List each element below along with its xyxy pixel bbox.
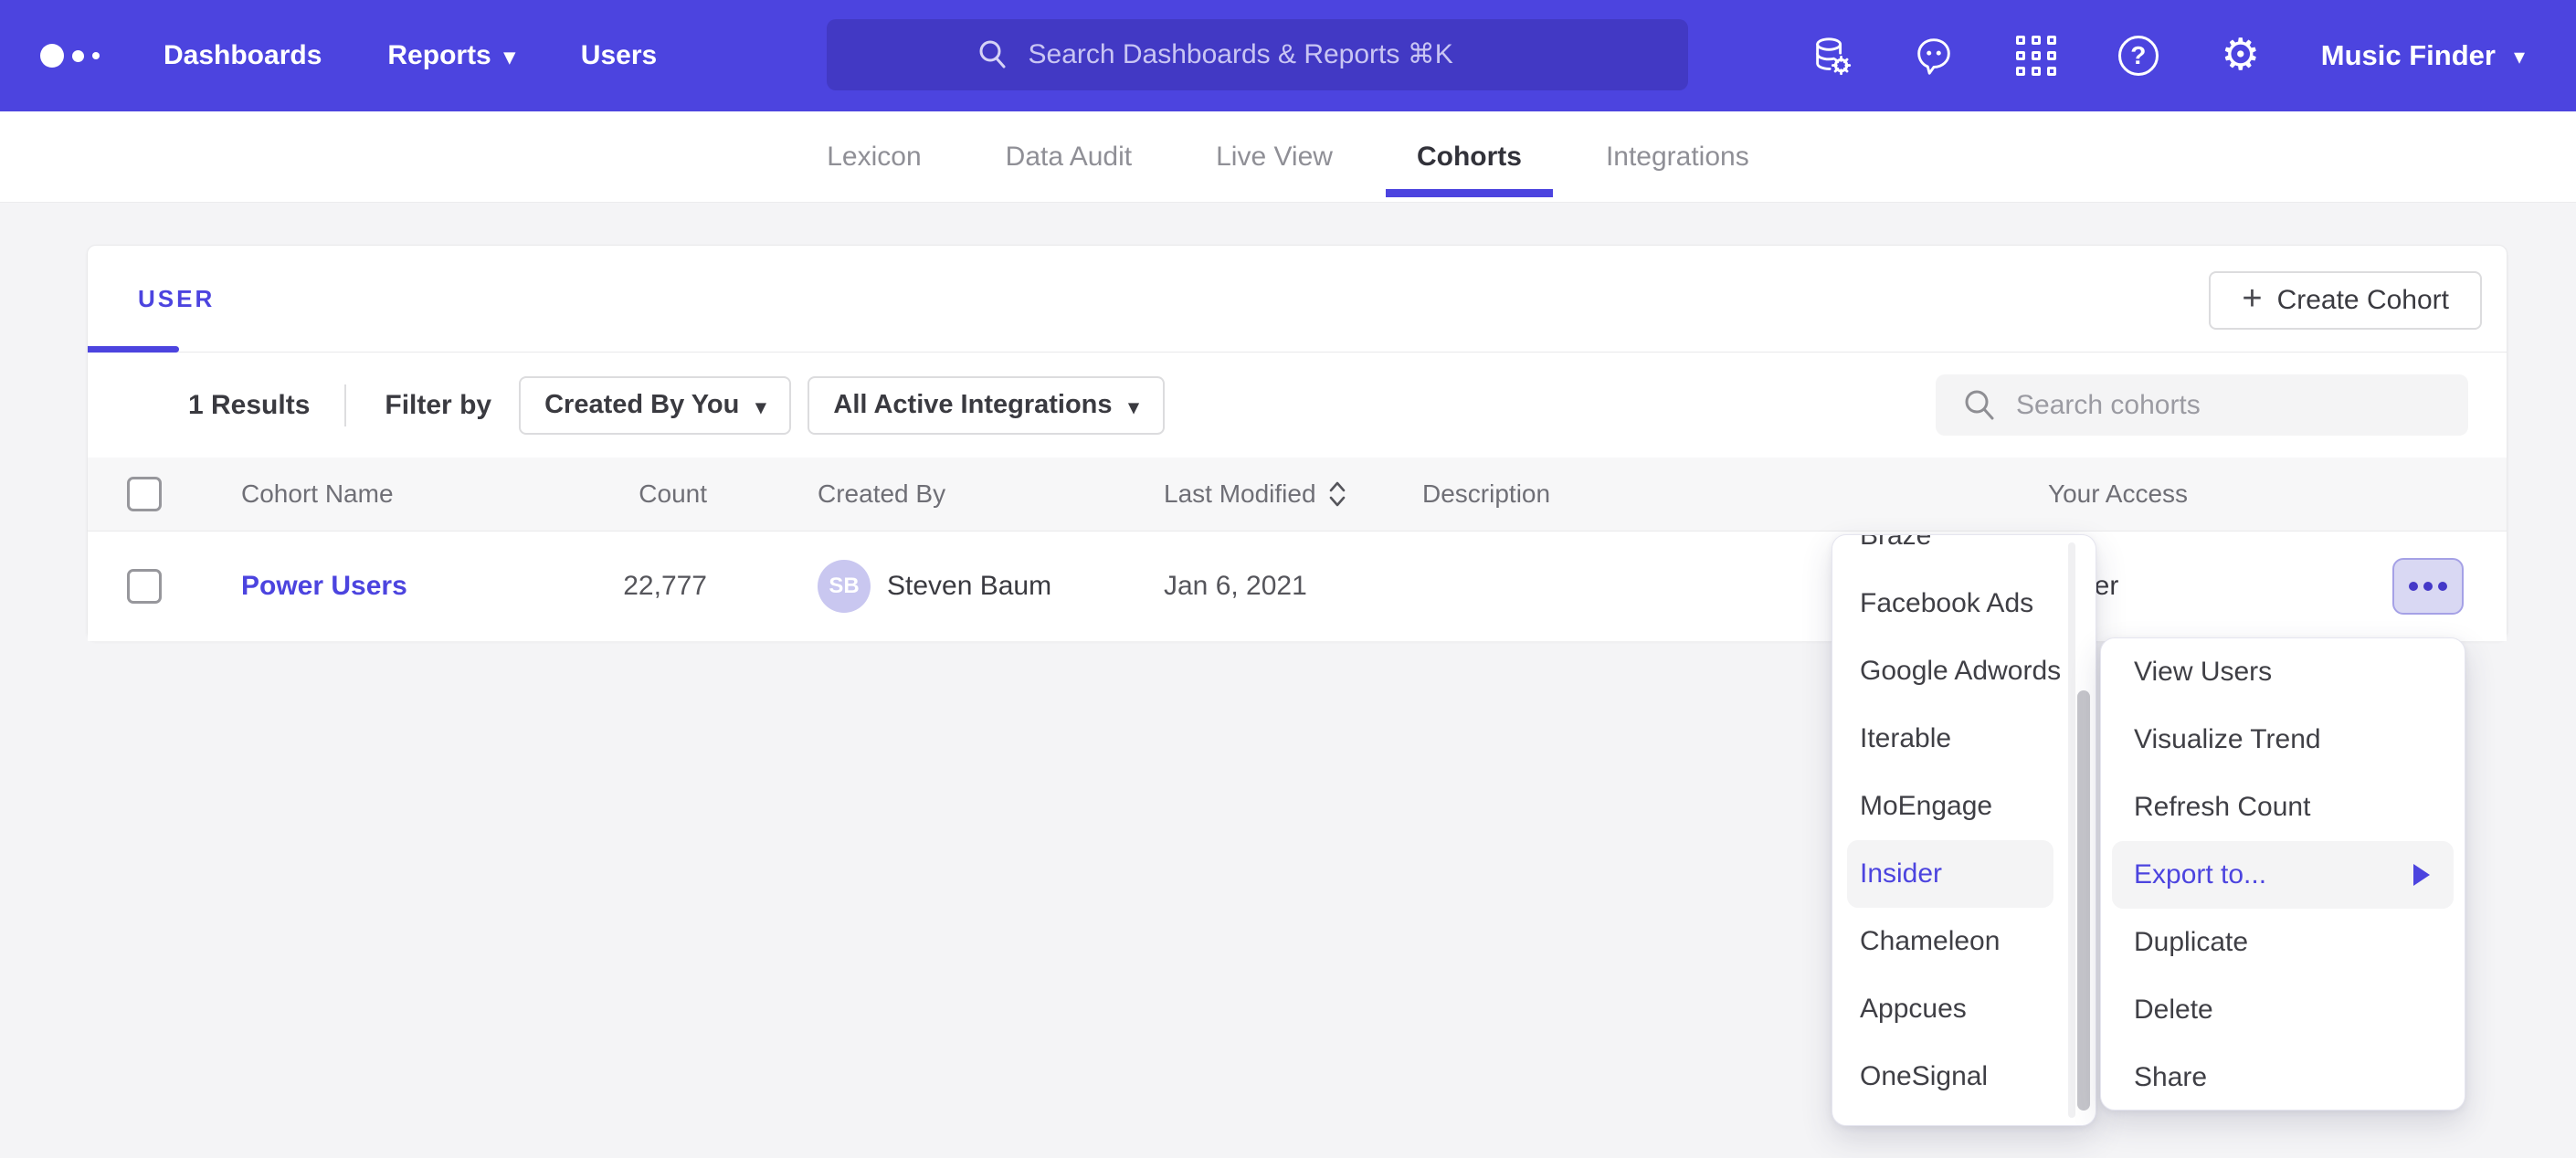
menu-item-duplicate[interactable]: Duplicate bbox=[2101, 909, 2465, 976]
nav-reports[interactable]: Reports ▾ bbox=[387, 40, 514, 71]
menu-item-braze[interactable]: Braze bbox=[1832, 534, 2096, 570]
chevron-down-icon: ▾ bbox=[504, 47, 515, 68]
col-last-modified-label: Last Modified bbox=[1164, 479, 1316, 509]
create-cohort-button[interactable]: + Create Cohort bbox=[2209, 271, 2482, 330]
feedback-icon[interactable] bbox=[1912, 34, 1956, 78]
apps-grid-icon[interactable] bbox=[2014, 34, 2058, 78]
menu-item-visualize-trend[interactable]: Visualize Trend bbox=[2101, 706, 2465, 774]
filter-integrations-dropdown[interactable]: All Active Integrations ▾ bbox=[808, 376, 1164, 435]
last-modified-date: Jan 6, 2021 bbox=[1164, 571, 1307, 602]
row-checkbox[interactable] bbox=[127, 569, 162, 604]
global-search-input[interactable] bbox=[1029, 39, 1540, 70]
ellipsis-icon bbox=[2409, 582, 2418, 591]
menu-item-appcues[interactable]: Appcues bbox=[1832, 975, 2096, 1043]
menu-item-insider[interactable]: Insider bbox=[1847, 840, 2053, 908]
top-nav: Dashboards Reports ▾ Users bbox=[0, 0, 2576, 111]
tab-label: Data Audit bbox=[1006, 142, 1132, 173]
col-last-modified[interactable]: Last Modified bbox=[1164, 479, 1347, 509]
menu-item-iterable[interactable]: Iterable bbox=[1832, 705, 2096, 773]
menu-item-moengage[interactable]: MoEngage bbox=[1832, 773, 2096, 840]
export-to-label: Export to... bbox=[2134, 859, 2266, 890]
nav-reports-label: Reports bbox=[387, 40, 491, 71]
scrollbar-thumb[interactable] bbox=[2077, 690, 2090, 1111]
plus-icon: + bbox=[2242, 281, 2262, 316]
menu-item-refresh-count[interactable]: Refresh Count bbox=[2101, 774, 2465, 841]
question-glyph: ? bbox=[2130, 41, 2146, 70]
menu-item-google-adwords[interactable]: Google Adwords bbox=[1832, 637, 2096, 705]
nav-users-label: Users bbox=[581, 40, 657, 71]
col-created-by[interactable]: Created By bbox=[818, 479, 945, 509]
ellipsis-icon bbox=[2423, 582, 2433, 591]
menu-item-delete[interactable]: Delete bbox=[2101, 976, 2465, 1044]
menu-item-onesignal[interactable]: OneSignal bbox=[1832, 1043, 2096, 1111]
submenu-arrow-icon bbox=[2413, 864, 2430, 886]
tab-live-view[interactable]: Live View bbox=[1212, 111, 1336, 202]
nav-links: Dashboards Reports ▾ Users bbox=[164, 40, 657, 71]
chevron-down-icon: ▾ bbox=[2514, 47, 2525, 68]
filter-row: 1 Results Filter by Created By You ▾ All… bbox=[88, 353, 2507, 458]
table-row: Power Users 22,777 SB Steven Baum Jan 6,… bbox=[88, 532, 2507, 641]
tab-label: Live View bbox=[1216, 142, 1333, 173]
tab-cohorts[interactable]: Cohorts bbox=[1413, 111, 1526, 202]
nav-dashboards-label: Dashboards bbox=[164, 40, 322, 71]
create-cohort-label: Create Cohort bbox=[2277, 285, 2449, 316]
nav-users[interactable]: Users bbox=[581, 40, 657, 71]
menu-item-facebook-ads[interactable]: Facebook Ads bbox=[1832, 570, 2096, 637]
active-tab-underline bbox=[88, 346, 179, 353]
filter-created-by-dropdown[interactable]: Created By You ▾ bbox=[519, 376, 791, 435]
tab-label: Lexicon bbox=[827, 142, 921, 173]
menu-item-view-users[interactable]: View Users bbox=[2101, 638, 2465, 706]
nav-right-icons: ? ⚙ Music Finder ▾ bbox=[1810, 34, 2576, 78]
project-switcher[interactable]: Music Finder ▾ bbox=[2321, 39, 2525, 72]
results-count: 1 Results bbox=[188, 390, 310, 421]
created-by-name: Steven Baum bbox=[887, 571, 1051, 602]
col-description[interactable]: Description bbox=[1422, 479, 1550, 509]
gear-glyph: ⚙ bbox=[2221, 34, 2260, 78]
menu-item-chameleon[interactable]: Chameleon bbox=[1832, 908, 2096, 975]
avatar: SB bbox=[818, 560, 871, 613]
search-icon bbox=[976, 37, 1010, 72]
filter-created-by-value: Created By You bbox=[544, 390, 739, 420]
export-destinations-menu: Braze Facebook Ads Google Adwords Iterab… bbox=[1832, 534, 2096, 1126]
project-name: Music Finder bbox=[2321, 39, 2496, 72]
tab-label: Cohorts bbox=[1417, 142, 1522, 173]
table-header: Cohort Name Count Created By Last Modifi… bbox=[88, 458, 2507, 532]
select-all-checkbox[interactable] bbox=[127, 477, 162, 511]
cohort-name-link[interactable]: Power Users bbox=[241, 571, 407, 602]
col-your-access[interactable]: Your Access bbox=[2048, 479, 2188, 509]
tab-user-cohorts[interactable]: USER bbox=[138, 285, 215, 313]
divider bbox=[344, 384, 346, 426]
settings-icon[interactable]: ⚙ bbox=[2219, 34, 2263, 78]
filter-integrations-value: All Active Integrations bbox=[833, 390, 1112, 420]
filter-by-label: Filter by bbox=[385, 390, 491, 421]
more-actions-button[interactable] bbox=[2392, 558, 2464, 615]
chevron-down-icon: ▾ bbox=[1129, 397, 1139, 417]
nav-dashboards[interactable]: Dashboards bbox=[164, 40, 322, 71]
menu-item-share[interactable]: Share bbox=[2101, 1044, 2465, 1111]
tab-integrations[interactable]: Integrations bbox=[1602, 111, 1753, 202]
tab-label: Integrations bbox=[1606, 142, 1749, 173]
data-management-icon[interactable] bbox=[1810, 34, 1853, 78]
global-search[interactable] bbox=[827, 19, 1688, 90]
chevron-down-icon: ▾ bbox=[755, 397, 765, 417]
cohorts-card: USER + Create Cohort 1 Results Filter by… bbox=[87, 245, 2507, 641]
sort-icon[interactable] bbox=[1327, 480, 1347, 508]
cohort-search[interactable] bbox=[1936, 374, 2468, 436]
cohort-search-input[interactable] bbox=[2016, 390, 2418, 421]
scrollbar-track[interactable] bbox=[2068, 542, 2075, 1118]
card-header: USER + Create Cohort bbox=[88, 246, 2507, 353]
col-cohort-name[interactable]: Cohort Name bbox=[241, 479, 394, 509]
cohort-count: 22,777 bbox=[581, 571, 707, 602]
tab-lexicon[interactable]: Lexicon bbox=[823, 111, 924, 202]
search-icon bbox=[1961, 387, 1998, 424]
section-tabs: Lexicon Data Audit Live View Cohorts Int… bbox=[0, 111, 2576, 203]
tab-data-audit[interactable]: Data Audit bbox=[1002, 111, 1135, 202]
mixpanel-logo-icon[interactable] bbox=[40, 44, 100, 68]
cohort-actions-menu: View Users Visualize Trend Refresh Count… bbox=[2100, 637, 2465, 1111]
menu-item-export-to[interactable]: Export to... bbox=[2112, 841, 2454, 909]
help-icon[interactable]: ? bbox=[2117, 34, 2160, 78]
ellipsis-icon bbox=[2438, 582, 2447, 591]
col-count[interactable]: Count bbox=[581, 479, 707, 509]
